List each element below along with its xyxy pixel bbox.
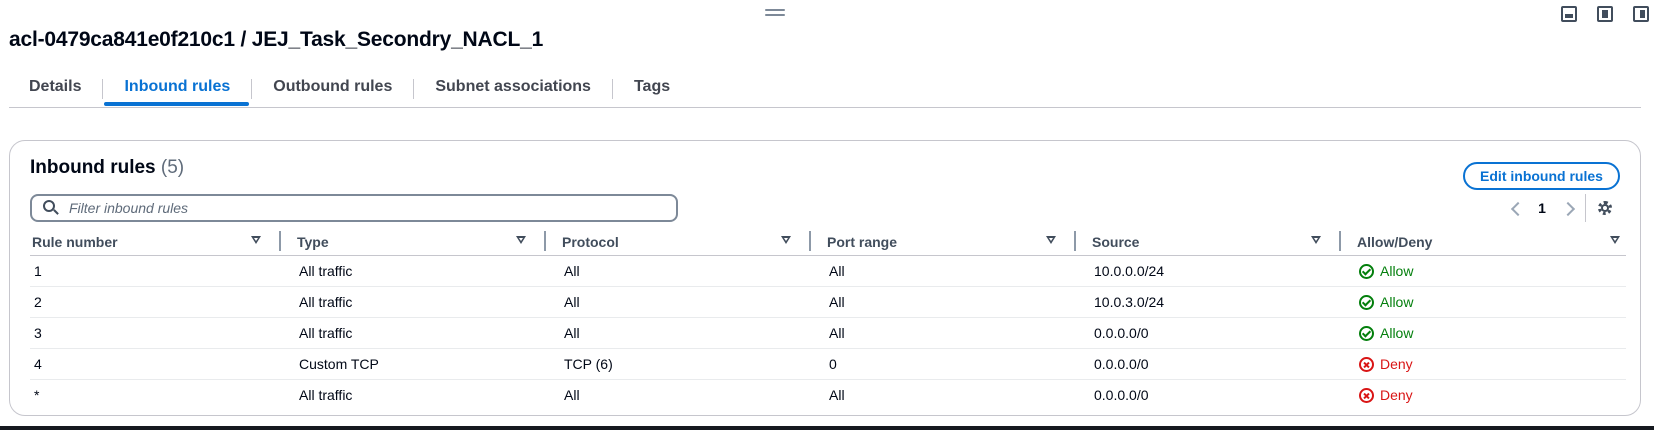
check-circle-icon [1359,294,1374,310]
status-allow: Allow [1359,294,1413,310]
status-label: Allow [1380,294,1414,310]
page-title: acl-0479ca841e0f210c1 / JEJ_Task_Secondr… [9,28,544,51]
column-header-label: Protocol [562,233,619,250]
column-header-allow-deny[interactable]: Allow/Deny [1341,227,1626,256]
sort-caret-icon[interactable] [1046,236,1056,244]
cell-port-range: All [829,263,845,279]
column-header-label: Allow/Deny [1357,233,1433,250]
table-body: 1 All traffic All All 10.0.0.0/24 Allow … [30,256,1626,411]
column-header-protocol[interactable]: Protocol [546,227,811,256]
table-header: Rule number Type Protocol Port range Sou [30,227,1626,256]
gear-icon[interactable] [1596,199,1614,217]
active-tab-indicator [104,102,249,106]
cell-protocol: All [564,387,580,403]
cell-source: 0.0.0.0/0 [1094,356,1149,372]
pagination: 1 [1505,194,1614,222]
cell-port-range: All [829,387,845,403]
dock-center-icon[interactable] [1597,6,1613,22]
tab-subnet-associations[interactable]: Subnet associations [414,68,612,108]
status-allow: Allow [1359,325,1413,341]
edit-inbound-rules-button[interactable]: Edit inbound rules [1463,162,1620,190]
filter-input[interactable] [69,200,649,216]
cell-source: 0.0.0.0/0 [1094,387,1149,403]
cell-protocol: All [564,325,580,341]
cell-allow-deny: Allow [1341,256,1626,286]
table-row[interactable]: 2 All traffic All All 10.0.3.0/24 Allow [30,287,1626,318]
tab-tags[interactable]: Tags [613,68,691,108]
cell-allow-deny: Deny [1341,349,1626,379]
chevron-left-icon[interactable] [1505,198,1525,218]
x-circle-icon [1359,387,1374,403]
panel-title: Inbound rules (5) [30,157,184,179]
cell-rule-number: 3 [34,325,42,341]
table-row[interactable]: * All traffic All All 0.0.0.0/0 Deny [30,380,1626,411]
cell-rule-number: 1 [34,263,42,279]
status-label: Allow [1380,325,1414,341]
check-circle-icon [1359,263,1374,279]
sort-caret-icon[interactable] [1610,236,1620,244]
rule-count: (5) [160,157,185,178]
column-header-rule-number[interactable]: Rule number [30,227,281,256]
tab-details[interactable]: Details [9,68,102,108]
search-icon [43,200,59,216]
status-label: Deny [1380,387,1413,403]
column-header-type[interactable]: Type [281,227,546,256]
status-allow: Allow [1359,263,1413,279]
inbound-rules-panel: Inbound rules (5) Edit inbound rules 1 R… [9,140,1641,416]
column-header-label: Rule number [32,233,118,250]
cell-allow-deny: Allow [1341,318,1626,348]
table-row[interactable]: 3 All traffic All All 0.0.0.0/0 Allow [30,318,1626,349]
cell-type: All traffic [299,294,353,310]
cell-port-range: All [829,294,845,310]
cell-protocol: All [564,294,580,310]
cell-allow-deny: Allow [1341,287,1626,317]
cell-port-range: 0 [829,356,837,372]
cell-type: All traffic [299,325,353,341]
column-header-label: Type [297,233,329,250]
status-deny: Deny [1359,356,1413,372]
status-label: Deny [1380,356,1413,372]
filter-field[interactable] [30,194,678,222]
tab-outbound-rules[interactable]: Outbound rules [252,68,413,108]
cell-type: Custom TCP [299,356,379,372]
sort-caret-icon[interactable] [781,236,791,244]
cell-source: 0.0.0.0/0 [1094,325,1149,341]
dock-side-icon[interactable] [1633,6,1649,22]
panel-title-text: Inbound rules [30,157,156,178]
sort-caret-icon[interactable] [251,236,261,244]
chevron-right-icon[interactable] [1559,198,1579,218]
pagination-divider [1585,194,1586,222]
bottom-edge-bar [0,426,1654,430]
cell-rule-number: 2 [34,294,42,310]
dock-bottom-icon[interactable] [1561,6,1577,22]
cell-type: All traffic [299,387,353,403]
current-page-number[interactable]: 1 [1525,200,1559,216]
table-row[interactable]: 1 All traffic All All 10.0.0.0/24 Allow [30,256,1626,287]
x-circle-icon [1359,356,1374,372]
cell-type: All traffic [299,263,353,279]
cell-source: 10.0.0.0/24 [1094,263,1165,279]
status-label: Allow [1380,263,1414,279]
tab-list: Details Inbound rules Outbound rules Sub… [9,68,1641,108]
panel-resize-handle[interactable] [765,9,785,17]
cell-source: 10.0.3.0/24 [1094,294,1165,310]
sort-caret-icon[interactable] [1311,236,1321,244]
column-header-port-range[interactable]: Port range [811,227,1076,256]
inbound-rules-table: Rule number Type Protocol Port range Sou [30,227,1626,411]
column-header-source[interactable]: Source [1076,227,1341,256]
sort-caret-icon[interactable] [516,236,526,244]
cell-protocol: All [564,263,580,279]
column-header-label: Source [1092,233,1140,250]
column-header-label: Port range [827,233,898,250]
status-deny: Deny [1359,387,1413,403]
cell-protocol: TCP (6) [564,356,613,372]
cell-allow-deny: Deny [1341,380,1626,410]
check-circle-icon [1359,325,1374,341]
cell-rule-number: 4 [34,356,42,372]
cell-rule-number: * [34,387,40,403]
table-row[interactable]: 4 Custom TCP TCP (6) 0 0.0.0.0/0 Deny [30,349,1626,380]
cell-port-range: All [829,325,845,341]
